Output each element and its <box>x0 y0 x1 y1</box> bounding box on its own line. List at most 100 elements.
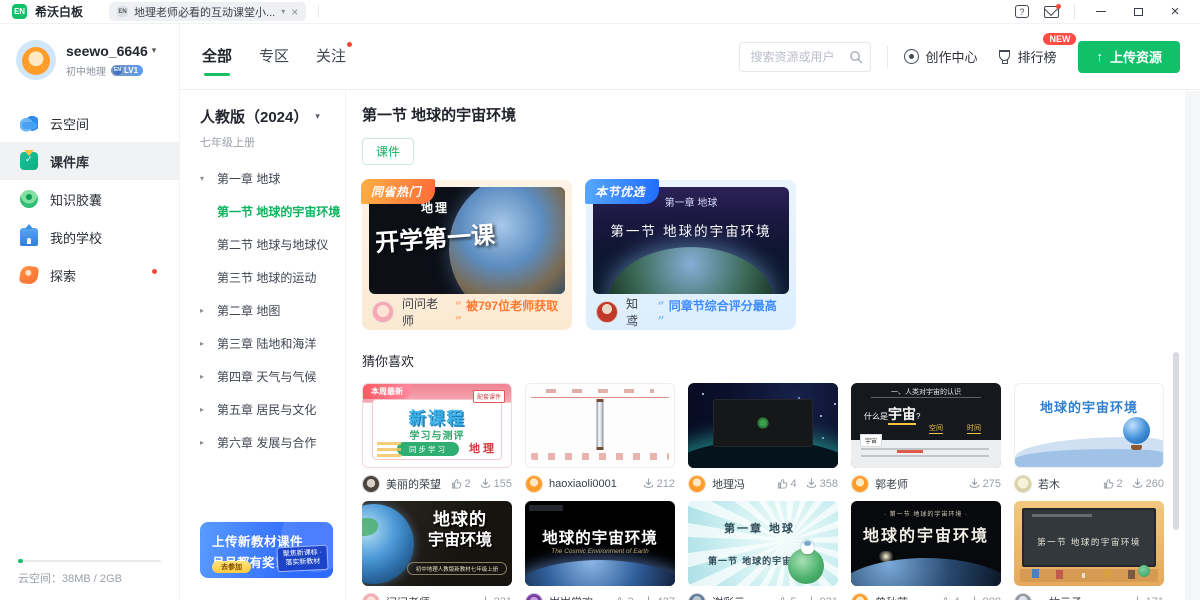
tree-section-1-2[interactable]: 第二节 地球与地球仪 <box>217 236 345 253</box>
maximize-button[interactable] <box>1127 3 1149 21</box>
author-name[interactable]: 美丽的荣望 <box>386 476 441 492</box>
author-avatar[interactable] <box>1014 593 1032 600</box>
ranking-button[interactable]: 排行榜 NEW <box>997 47 1056 66</box>
card-stats: 4 358 <box>777 478 838 490</box>
featured-cards: 同省热门 地理 开学第一课 问问老师 被797位老师获取 <box>362 180 1200 330</box>
resource-card[interactable]: 地理冯 4 358 <box>688 383 838 494</box>
author-avatar[interactable] <box>688 475 706 493</box>
author-name[interactable]: 曾秋萍 <box>875 594 908 600</box>
author-name[interactable]: 问问老师 <box>402 295 447 329</box>
app-logo-icon: EN <box>12 4 27 19</box>
author-name[interactable]: 一枚云子 <box>1038 594 1082 600</box>
resource-card[interactable]: 第一节 地球的宇宙环境 一枚云子 171 <box>1014 501 1164 600</box>
author-name[interactable]: 谢彩云 <box>712 594 745 600</box>
author-avatar[interactable] <box>362 593 380 600</box>
upload-resource-button[interactable]: ↑ 上传资源 <box>1078 41 1180 73</box>
tab-close-icon[interactable]: × <box>291 6 298 18</box>
card-thumbnail[interactable]: 地球的宇宙环境 <box>1014 383 1164 468</box>
author-name[interactable]: 若木 <box>1038 476 1060 492</box>
author-name[interactable]: haoxiaoli0001 <box>549 478 617 490</box>
resource-card[interactable]: 地球的宇宙环境 若木 2 260 <box>1014 383 1164 494</box>
author-avatar[interactable] <box>372 301 394 323</box>
card-thumbnail[interactable]: 地球的 宇宙环境 初中地理人教版新教材七年级上册 <box>362 501 512 586</box>
resource-card[interactable]: 第一章 地球 第一节 地球的宇宙环境 谢彩云 5 921 <box>688 501 838 600</box>
tab-all[interactable]: 全部 <box>202 45 232 68</box>
tab-zone[interactable]: 专区 <box>259 45 289 68</box>
sidebar-item-cloud-space[interactable]: 云空间 <box>0 104 179 142</box>
vertical-scrollbar[interactable] <box>1173 352 1179 530</box>
card-thumbnail[interactable]: 第一章 地球 第一节 地球的宇宙环境 <box>688 501 838 586</box>
tree-section-1-3[interactable]: 第三节 地球的运动 <box>217 269 345 286</box>
download-count: 155 <box>480 478 512 490</box>
author-avatar[interactable] <box>851 475 869 493</box>
header-divider <box>887 46 888 68</box>
sidebar-item-explore[interactable]: 探索 <box>0 256 179 294</box>
resource-card[interactable]: haoxiaoli0001 212 <box>525 383 675 494</box>
author-avatar[interactable] <box>688 593 706 600</box>
tree-chapter-6[interactable]: ▸ 第六章 发展与合作 <box>200 434 345 451</box>
document-tab[interactable]: EN 地理老师必看的互动课堂小... ▾ × <box>109 2 306 21</box>
author-avatar[interactable] <box>525 475 543 493</box>
sidebar-item-knowledge-capsule[interactable]: 知识胶囊 <box>0 180 179 218</box>
tree-chapter-5[interactable]: ▸ 第五章 居民与文化 <box>200 401 345 418</box>
minimize-button[interactable] <box>1090 3 1112 21</box>
like-icon <box>777 596 788 600</box>
author-name[interactable]: 岁岁常欢 <box>549 594 593 600</box>
rocket-icon <box>19 265 39 285</box>
author-name[interactable]: 知鸢 <box>626 295 650 329</box>
sidebar-item-my-school[interactable]: 我的学校 <box>0 218 179 256</box>
card-thumbnail[interactable]: · 第一节 地球的宇宙环境 · 地球的宇宙环境 <box>851 501 1001 586</box>
card-grid: 本周最新 配套课件 新课程 学习与测评 同步学习 地理 美丽的荣望 <box>362 383 1200 600</box>
chevron-right-icon: ▸ <box>200 339 208 348</box>
tree-section-1-1[interactable]: 第一节 地球的宇宙环境 <box>217 203 345 220</box>
card-thumbnail[interactable]: 一、人类对宇宙的认识 什么是宇宙? 空间 时间 宇宙 <box>851 383 1001 468</box>
app-name: 希沃白板 <box>35 3 83 20</box>
card-stats: 171 <box>1132 596 1164 600</box>
download-count: 171 <box>1132 596 1164 600</box>
username[interactable]: seewo_6646 ▾ <box>66 43 156 59</box>
resource-card[interactable]: 地球的宇宙环境 The Cosmic Environment of Earth … <box>525 501 675 600</box>
promo-banner[interactable]: 上传新教材课件 月月都有奖！ 去参加 聚焦新课标 · 落实新教材 <box>200 522 333 578</box>
close-button[interactable]: × <box>1164 3 1186 21</box>
help-icon[interactable]: ? <box>1015 5 1029 18</box>
author-name[interactable]: 地理冯 <box>712 476 745 492</box>
card-thumbnail[interactable] <box>525 383 675 468</box>
tree-chapter-1[interactable]: ▾ 第一章 地球 <box>200 170 345 187</box>
filter-tag-courseware[interactable]: 课件 <box>362 138 414 165</box>
sidebar-item-courseware-library[interactable]: 课件库 <box>0 142 179 180</box>
download-icon <box>969 478 980 489</box>
download-count: 358 <box>806 478 838 490</box>
creator-center-button[interactable]: 创作中心 <box>904 47 977 66</box>
resource-card[interactable]: 地球的 宇宙环境 初中地理人教版新教材七年级上册 问问老师 231 <box>362 501 512 600</box>
edition-selector[interactable]: 人教版（2024） ▾ <box>200 106 345 127</box>
card-thumbnail[interactable] <box>688 383 838 468</box>
card-thumbnail[interactable]: 地球的宇宙环境 The Cosmic Environment of Earth <box>525 501 675 586</box>
tree-chapter-4[interactable]: ▸ 第四章 天气与气候 <box>200 368 345 385</box>
mail-icon[interactable] <box>1044 6 1059 18</box>
tree-chapter-2[interactable]: ▸ 第二章 地图 <box>200 302 345 319</box>
user-avatar[interactable] <box>16 40 56 80</box>
card-thumbnail[interactable]: 第一节 地球的宇宙环境 <box>1014 501 1164 586</box>
author-name[interactable]: 问问老师 <box>386 594 430 600</box>
resource-card[interactable]: · 第一节 地球的宇宙环境 · 地球的宇宙环境 曾秋萍 4 988 <box>851 501 1001 600</box>
card-thumbnail[interactable]: 本周最新 配套课件 新课程 学习与测评 同步学习 地理 <box>362 383 512 468</box>
author-avatar[interactable] <box>525 593 543 600</box>
grade-label: 七年级上册 <box>200 134 345 150</box>
featured-card-hot[interactable]: 同省热门 地理 开学第一课 问问老师 被797位老师获取 <box>362 180 572 330</box>
author-avatar[interactable] <box>596 301 618 323</box>
resource-card[interactable]: 本周最新 配套课件 新课程 学习与测评 同步学习 地理 美丽的荣望 <box>362 383 512 494</box>
like-icon <box>1103 478 1114 489</box>
sidebar: seewo_6646 ▾ 初中地理 EN LV1 云空间 课件库 <box>0 24 180 600</box>
author-avatar[interactable] <box>1014 475 1032 493</box>
author-avatar[interactable] <box>851 593 869 600</box>
author-name[interactable]: 郭老师 <box>875 476 908 492</box>
caret-down-icon[interactable]: ▾ <box>281 7 285 16</box>
author-avatar[interactable] <box>362 475 380 493</box>
tree-chapter-3[interactable]: ▸ 第三章 陆地和海洋 <box>200 335 345 352</box>
resource-card[interactable]: 一、人类对宇宙的认识 什么是宇宙? 空间 时间 宇宙 郭老 <box>851 383 1001 494</box>
featured-card-top-pick[interactable]: 本节优选 第一章 地球 第一节 地球的宇宙环境 知鸢 同章节综合评分最高 <box>586 180 796 330</box>
banner-join-button[interactable]: 去参加 <box>212 561 251 573</box>
tab-following[interactable]: 关注 <box>316 45 346 68</box>
search-icon[interactable] <box>849 50 863 64</box>
download-icon <box>1132 596 1143 600</box>
